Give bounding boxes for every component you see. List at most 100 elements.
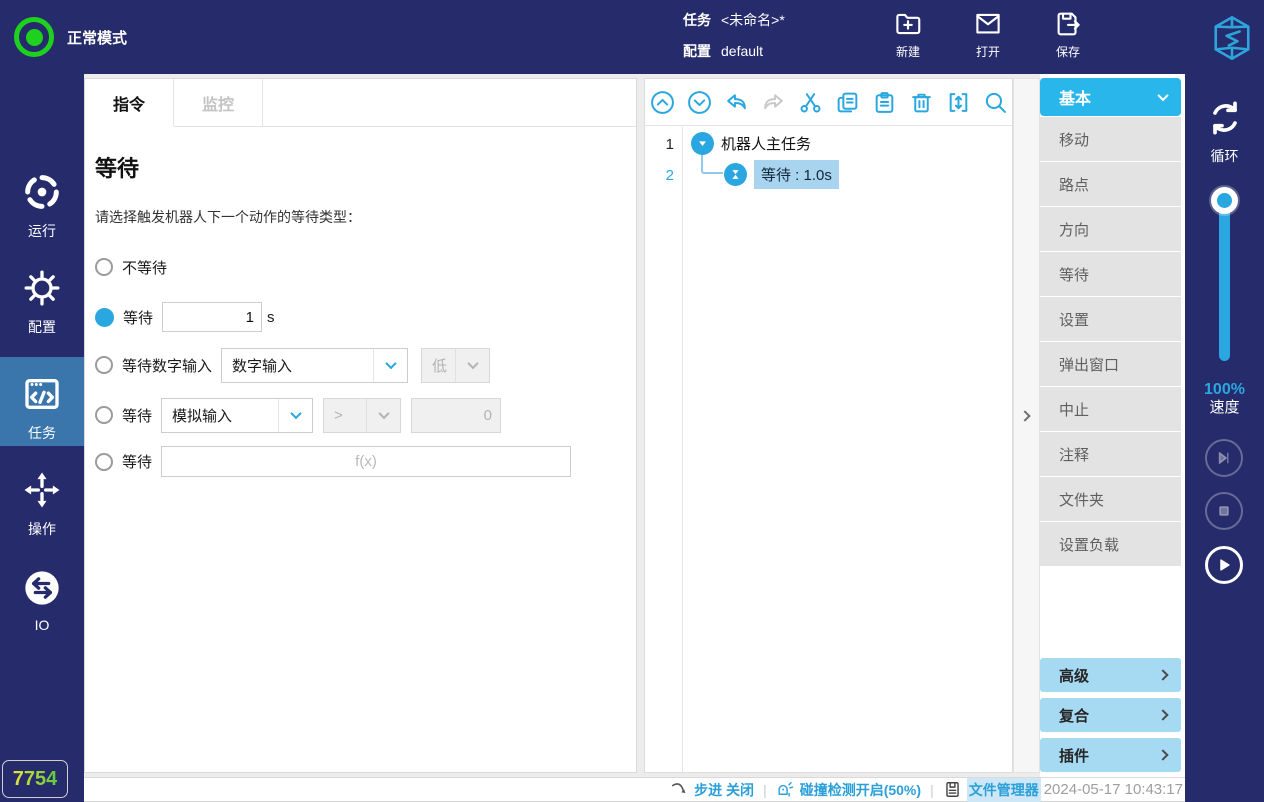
speed-slider[interactable] [1185, 184, 1264, 369]
palette-collapse-handle[interactable] [1013, 78, 1040, 773]
step-next-button[interactable] [1205, 439, 1243, 477]
tree-body: 1 2 机器人主任务 等待 : 1.0s [645, 127, 1012, 772]
palette-item-move[interactable]: 移动 [1040, 117, 1181, 161]
left-sidebar: 运行 配置 任务 操作 IO 7754 [0, 74, 84, 802]
skip-next-icon [1218, 452, 1229, 464]
undo-icon [726, 93, 746, 109]
palette-group-advanced[interactable]: 高级 [1040, 658, 1181, 692]
loop-label: 循环 [1210, 148, 1239, 164]
line-number-gutter: 1 2 [645, 127, 683, 772]
threshold-input [411, 397, 502, 433]
collapse-all-button[interactable] [649, 89, 675, 115]
option-wait-seconds[interactable]: 等待 s [95, 301, 636, 333]
circle-chevron-up-icon [650, 90, 674, 114]
open-file-icon [976, 13, 1000, 34]
chevron-down-icon [1157, 89, 1169, 102]
run-control-sidebar: 循环 100% 速度 [1185, 74, 1264, 802]
log-counter-badge[interactable]: 7754 [2, 760, 68, 798]
radio-wait-digital [95, 356, 113, 374]
sidebar-item-config[interactable]: 配置 [0, 268, 84, 337]
chevron-right-icon [1157, 669, 1169, 681]
line-number: 2 [665, 167, 674, 184]
step-mode-toggle[interactable]: 步进 关闭 [670, 780, 754, 800]
delete-button[interactable] [908, 89, 934, 115]
search-button[interactable] [982, 89, 1008, 115]
new-task-button[interactable]: 新建 [880, 8, 936, 60]
option-no-wait-label: 不等待 [122, 259, 168, 277]
tree-row-main-task[interactable]: 机器人主任务 [691, 128, 811, 158]
brand-logo[interactable] [1204, 10, 1260, 66]
insert-button[interactable] [945, 89, 971, 115]
open-task-button[interactable]: 打开 [960, 8, 1016, 60]
option-wait-analog[interactable]: 等待 模拟输入 > [95, 397, 636, 433]
wait-type-description: 请选择触发机器人下一个动作的等待类型： [95, 209, 361, 225]
chevron-right-icon [1157, 749, 1169, 761]
open-task-label: 打开 [975, 45, 1000, 59]
undo-button[interactable] [723, 89, 749, 115]
insert-between-icon [949, 92, 967, 112]
stop-icon [1219, 506, 1229, 516]
copy-button[interactable] [834, 89, 860, 115]
radio-wait-analog [95, 406, 113, 424]
gear-icon [24, 270, 60, 306]
sidebar-item-run[interactable]: 运行 [0, 172, 84, 241]
tree-toolbar [645, 79, 1012, 126]
wait-seconds-input[interactable] [162, 302, 263, 332]
config-label: 配置 [683, 43, 711, 59]
digital-input-select[interactable]: 数字输入 [221, 347, 409, 383]
palette-group-plugin[interactable]: 插件 [1040, 738, 1181, 772]
mode-indicator[interactable]: 正常模式 [14, 0, 127, 74]
topbar: 正常模式 任务 <未命名>* 配置 default 新建 打开 保存 [0, 0, 1264, 74]
analog-input-select[interactable]: 模拟输入 [161, 397, 314, 433]
step-arrow-icon [672, 783, 686, 794]
palette-item-comment[interactable]: 注释 [1040, 432, 1181, 476]
expand-all-button[interactable] [686, 89, 712, 115]
palette-item-wait[interactable]: 等待 [1040, 252, 1181, 296]
palette-group-compound[interactable]: 复合 [1040, 698, 1181, 732]
sidebar-item-task[interactable]: 任务 [0, 357, 84, 446]
file-manager-button[interactable]: 文件管理器 [943, 777, 1041, 802]
redo-button[interactable] [760, 89, 786, 115]
palette-item-waypoint[interactable]: 路点 [1040, 162, 1181, 206]
sidebar-item-operate[interactable]: 操作 [0, 470, 84, 539]
option-wait-digital[interactable]: 等待数字输入 数字输入 低 [95, 347, 636, 383]
collision-detection-toggle[interactable]: 碰撞检测开启(50%) [776, 780, 921, 800]
option-wait-expression[interactable]: 等待 [95, 446, 636, 477]
option-wait-analog-label: 等待 [122, 407, 153, 425]
radio-wait-expression [95, 452, 113, 471]
play-button[interactable] [1205, 546, 1243, 584]
palette-header-basic[interactable]: 基本 [1040, 78, 1181, 116]
page-title: 等待 [95, 156, 140, 181]
option-no-wait[interactable]: 不等待 [95, 255, 636, 279]
palette-item-abort[interactable]: 中止 [1040, 387, 1181, 431]
palette-item-set-payload[interactable]: 设置负载 [1040, 522, 1181, 566]
sidebar-item-config-label: 配置 [28, 319, 56, 335]
speed-label: 速度 [1209, 399, 1240, 417]
tab-instruction[interactable]: 指令 [85, 79, 174, 127]
cut-button[interactable] [797, 89, 823, 115]
command-palette: 基本 移动 路点 方向 等待 设置 弹出窗口 中止 注释 文件夹 设置负载 高级… [1040, 74, 1185, 777]
paste-icon [875, 91, 893, 113]
cube-logo-icon [1214, 16, 1250, 60]
save-task-button[interactable]: 保存 [1040, 8, 1096, 60]
option-wait-seconds-label: 等待 [123, 309, 154, 327]
run-target-icon [25, 175, 59, 209]
radio-no-wait [95, 258, 113, 276]
slider-knob[interactable] [1211, 187, 1238, 214]
sidebar-item-io[interactable]: IO [0, 568, 84, 633]
save-icon [1057, 12, 1080, 36]
expression-input[interactable] [161, 446, 572, 477]
collapse-node-icon[interactable] [691, 131, 714, 155]
trash-icon [911, 93, 931, 112]
slider-track[interactable] [1219, 196, 1230, 361]
paste-button[interactable] [871, 89, 897, 115]
tab-monitor[interactable]: 监控 [174, 79, 263, 127]
loop-button[interactable]: 循环 [1185, 98, 1264, 166]
palette-item-direction[interactable]: 方向 [1040, 207, 1181, 251]
stop-button[interactable] [1205, 492, 1243, 530]
sidebar-item-io-label: IO [34, 617, 50, 633]
palette-item-popup[interactable]: 弹出窗口 [1040, 342, 1181, 386]
tree-row-wait[interactable]: 等待 : 1.0s [724, 159, 839, 189]
palette-item-folder[interactable]: 文件夹 [1040, 477, 1181, 521]
palette-item-set[interactable]: 设置 [1040, 297, 1181, 341]
